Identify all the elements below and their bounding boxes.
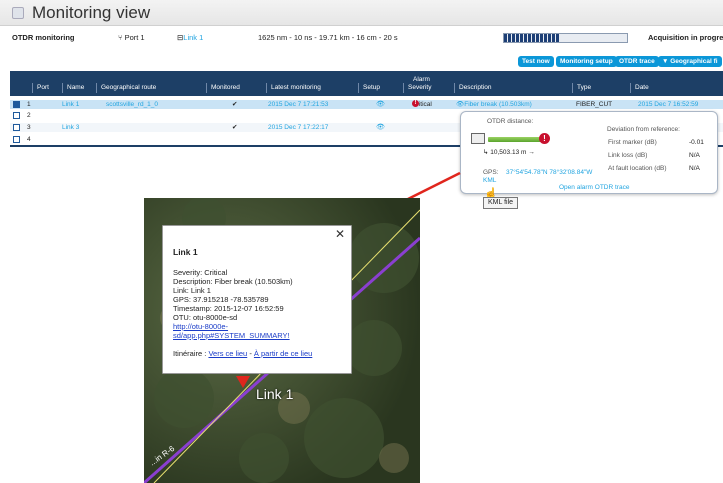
- port-indicator: ⑂ Port 1: [118, 33, 145, 42]
- cell-monitored: ✔: [232, 101, 238, 108]
- map-marker-label: Link 1: [256, 386, 294, 402]
- row-checkbox[interactable]: [13, 136, 20, 143]
- setup-eye-icon[interactable]: 👁: [376, 123, 385, 132]
- kml-link[interactable]: KML: [483, 177, 496, 184]
- col-date[interactable]: Date: [630, 83, 649, 93]
- test-now-button[interactable]: Test now: [518, 56, 554, 67]
- cell-type: FIBER_CUT: [576, 101, 613, 108]
- kml-tooltip: KML file: [483, 197, 519, 209]
- cell-route[interactable]: scottsville_rd_1_0: [106, 100, 158, 109]
- fault-location-value: N/A: [689, 165, 700, 172]
- cell-port: 3: [27, 124, 31, 131]
- link-loss-label: Link loss (dB): [608, 152, 648, 159]
- table-header: Alarm Port Name Geographical route Monit…: [10, 71, 723, 96]
- alarm-group-header: Alarm: [413, 76, 430, 83]
- distance-text: 10,503.13 m: [490, 149, 527, 156]
- otdr-monitoring-label: OTDR monitoring: [12, 33, 75, 42]
- gps-value-link[interactable]: 37°54'54.78"N 78°32'08.84"W: [506, 169, 592, 176]
- cell-port: 1: [27, 101, 31, 108]
- link-label[interactable]: Link 1: [183, 33, 203, 42]
- port-icon: ⑂: [118, 33, 123, 42]
- first-marker-label: First marker (dB): [608, 139, 657, 146]
- cell-monitored: ✔: [232, 124, 238, 131]
- link-loss-value: N/A: [689, 152, 700, 159]
- col-type[interactable]: Type: [572, 83, 591, 93]
- acquisition-status: Acquisition in progress: [648, 33, 723, 42]
- otdr-distance-label: OTDR distance:: [487, 118, 534, 125]
- fiber-distance-bar: [488, 137, 543, 142]
- col-severity[interactable]: Severity: [403, 83, 431, 93]
- first-marker-value: -0.01: [689, 139, 704, 146]
- map-popup-title: Link 1: [173, 247, 198, 257]
- gps-label: GPS:: [483, 169, 499, 176]
- window-icon: [12, 7, 24, 19]
- col-latest-monitoring[interactable]: Latest monitoring: [266, 83, 321, 93]
- table-row[interactable]: 1 Link 1 scottsville_rd_1_0 ✔ 2015 Dec 7…: [10, 100, 723, 109]
- cell-port: 2: [27, 112, 31, 119]
- itinerary-label: Itinéraire :: [173, 349, 207, 358]
- alarm-detail-popup: OTDR distance: ! ↳ 10,503.13 m → Deviati…: [460, 111, 718, 194]
- title-bar: Monitoring view: [0, 0, 723, 26]
- cell-description[interactable]: 👁Fiber break (10.503km): [456, 100, 532, 109]
- satellite-map[interactable]: Link 1 ...in R-6 ✕ Link 1 Severity: Crit…: [144, 198, 420, 483]
- acquisition-progress-bar: [503, 33, 628, 43]
- cell-severity: ! Critical: [412, 100, 432, 109]
- distance-value: ↳ 10,503.13 m →: [483, 149, 535, 156]
- cell-latest[interactable]: 2015 Dec 7 17:22:17: [268, 123, 328, 132]
- itinerary-separator: -: [249, 349, 252, 358]
- progress-fill: [504, 34, 560, 42]
- col-monitored[interactable]: Monitored: [206, 83, 240, 93]
- fault-icon: !: [539, 133, 550, 144]
- col-description[interactable]: Description: [454, 83, 492, 93]
- itinerary-line: Itinéraire : Vers ce lieu - À partir de …: [173, 349, 312, 358]
- description-label[interactable]: Fiber break (10.503km): [464, 101, 532, 108]
- setup-eye-icon[interactable]: 👁: [376, 100, 385, 109]
- monitoring-setup-button[interactable]: Monitoring setup: [556, 56, 617, 67]
- col-setup[interactable]: Setup: [358, 83, 380, 93]
- otu-url-link[interactable]: http://otu-8000e-: [173, 322, 228, 331]
- acquisition-params: 1625 nm - 10 ns - 19.71 km - 16 cm - 20 …: [258, 33, 398, 42]
- port-label: Port 1: [124, 33, 145, 42]
- critical-alert-icon: !: [412, 100, 419, 107]
- map-info-popup: ✕ Link 1 Severity: Critical Description:…: [162, 225, 352, 374]
- cell-name[interactable]: Link 1: [62, 100, 79, 109]
- map-marker-icon[interactable]: [236, 376, 250, 388]
- cell-name[interactable]: Link 3: [62, 123, 79, 132]
- map-timestamp: Timestamp: 2015-12-07 16:52:59: [173, 304, 284, 313]
- map-otu: OTU: otu-8000e-sd: [173, 313, 238, 322]
- row-checkbox[interactable]: [13, 112, 20, 119]
- col-geographical-route[interactable]: Geographical route: [96, 83, 156, 93]
- close-icon[interactable]: ✕: [335, 227, 345, 241]
- otdr-trace-button[interactable]: OTDR trace: [615, 56, 659, 67]
- map-link: Link: Link 1: [173, 286, 211, 295]
- fault-location-label: At fault location (dB): [608, 165, 667, 172]
- row-checkbox[interactable]: [13, 101, 20, 108]
- map-gps: GPS: 37.915218 -78.535789: [173, 295, 269, 304]
- map-severity: Severity: Critical: [173, 268, 228, 277]
- cell-port: 4: [27, 136, 31, 143]
- otu-url-link-cont[interactable]: sd/app.php#SYSTEM_SUMMARY!: [173, 331, 290, 340]
- from-here-link[interactable]: À partir de ce lieu: [254, 349, 312, 358]
- link-indicator[interactable]: ⊟Link 1: [177, 33, 203, 42]
- col-port[interactable]: Port: [32, 83, 49, 93]
- map-description: Description: Fiber break (10.503km): [173, 277, 293, 286]
- col-name[interactable]: Name: [62, 83, 84, 93]
- page-title: Monitoring view: [32, 3, 151, 22]
- cell-latest[interactable]: 2015 Dec 7 17:21:53: [268, 100, 328, 109]
- deviation-title: Deviation from reference:: [607, 126, 680, 133]
- row-checkbox[interactable]: [13, 124, 20, 131]
- otdr-connector-icon: [471, 133, 485, 144]
- open-alarm-trace-link[interactable]: Open alarm OTDR trace: [559, 184, 629, 191]
- geographical-filter-button[interactable]: ▼ Geographical fi: [658, 56, 722, 67]
- cell-date[interactable]: 2015 Dec 7 16:52:59: [638, 100, 698, 109]
- to-here-link[interactable]: Vers ce lieu: [208, 349, 247, 358]
